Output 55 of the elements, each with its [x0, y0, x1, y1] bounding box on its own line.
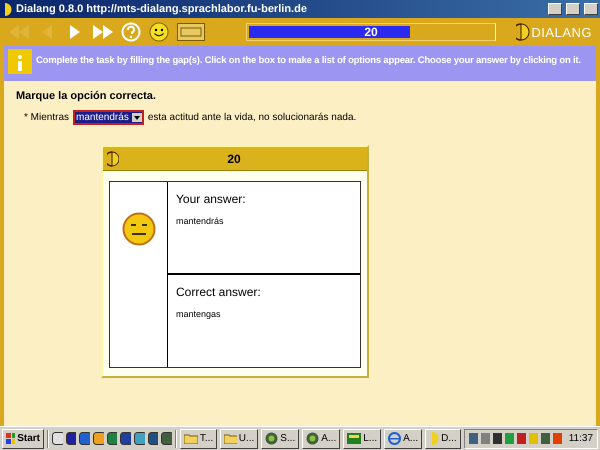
smiley-icon: [149, 22, 169, 42]
logo-icon: [107, 150, 119, 166]
globe-icon: [265, 432, 278, 445]
your-answer-text: mantendrás: [176, 216, 225, 226]
help-icon: [121, 22, 141, 42]
start-button[interactable]: Start: [2, 428, 44, 448]
sentence-text: * Mientras: [24, 112, 70, 123]
fast-forward-icon: [93, 25, 113, 39]
info-icon: [8, 49, 32, 74]
quick-launch-icon[interactable]: [120, 432, 131, 445]
folder-icon: [224, 433, 237, 444]
instruction-text: Complete the task by filling the gap(s). Click on the box to make a list of options appear. Choose your answer by clicking on it.: [36, 55, 581, 66]
play-icon: [70, 25, 80, 39]
correct-answer-label: Correct answer:: [176, 284, 262, 298]
app-icon: [347, 433, 362, 444]
taskbar-button[interactable]: L...: [343, 428, 382, 448]
quick-launch-icon[interactable]: [161, 432, 172, 445]
back-icon: [42, 25, 52, 39]
globe-icon: [306, 432, 320, 445]
clock: 11:37: [568, 433, 594, 444]
rewind-icon: [9, 25, 29, 39]
taskbar-button[interactable]: S...: [261, 428, 300, 448]
quick-launch-icon[interactable]: [66, 432, 76, 445]
taskbar-button[interactable]: T...: [180, 428, 218, 448]
quick-launch-icon[interactable]: [79, 432, 90, 445]
item-number: 20: [226, 152, 242, 166]
folder-icon: [184, 433, 198, 444]
correct-answer-text: mantengas: [176, 308, 222, 318]
progress-reading: 20: [363, 25, 379, 39]
sentence-text: esta actitud ante la vida, no solucionarás nada.: [148, 112, 356, 123]
keyboard-icon: [177, 23, 205, 41]
quick-launch-icon[interactable]: [92, 432, 104, 445]
quick-launch-icon[interactable]: [148, 432, 158, 445]
quick-launch-icon[interactable]: [134, 432, 145, 445]
keyboard-button[interactable]: [176, 21, 206, 43]
window-title: Dialang 0.8.0 http://mts-dialang.sprachlabor.fu-berlin.de: [16, 3, 308, 15]
browser-icon: [388, 432, 402, 445]
smiley-button[interactable]: [148, 21, 170, 43]
taskbar-button[interactable]: U...: [220, 428, 258, 448]
windows-logo-icon: [6, 433, 16, 444]
gap-dropdown[interactable]: mantendrás: [73, 110, 144, 125]
taskbar-button[interactable]: D...: [425, 428, 461, 448]
logo-icon: [516, 23, 530, 41]
maximize-button[interactable]: [566, 3, 580, 15]
your-answer-label: Your answer:: [176, 192, 247, 206]
task-heading: Marque la opción correcta.: [16, 90, 157, 102]
taskbar-button[interactable]: A...: [384, 428, 422, 448]
quick-launch-icon[interactable]: [52, 432, 63, 445]
taskbar-button[interactable]: A...: [302, 428, 340, 448]
quick-launch-icon[interactable]: [106, 432, 118, 445]
logo-text: DIALANG: [531, 24, 592, 40]
app-icon: [2, 2, 12, 16]
close-button[interactable]: [584, 3, 598, 15]
caret-icon: [134, 116, 140, 120]
minimize-button[interactable]: [548, 3, 562, 15]
